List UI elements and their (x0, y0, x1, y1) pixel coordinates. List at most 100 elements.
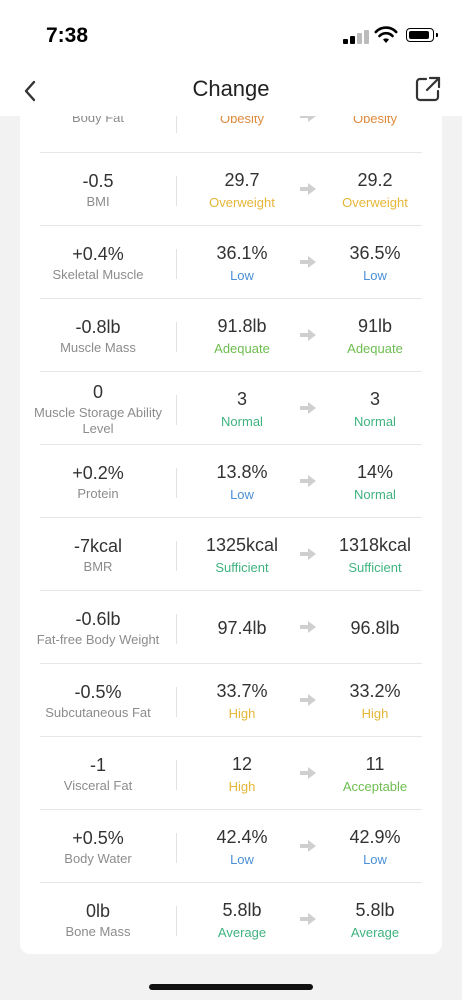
after-value: 29.2 (357, 170, 393, 190)
change-column: -0.5% Subcutaneous Fat (30, 665, 166, 737)
before-value: 1325kcal (205, 535, 279, 555)
after-column: 1318kcal Sufficient (308, 519, 442, 591)
metric-label: Muscle Storage Ability Level (34, 405, 162, 436)
before-column: 13.8% Low (176, 446, 308, 518)
battery-icon (406, 28, 438, 42)
before-level: Overweight (209, 195, 275, 210)
before-column: 91.8lb Adequate (176, 300, 308, 372)
change-column: +0.5% Body Water (30, 811, 166, 883)
metric-label: Body Fat (71, 116, 125, 125)
before-level: High (228, 779, 256, 794)
before-column: Obesity (176, 116, 308, 153)
after-column: 91lb Adequate (308, 300, 442, 372)
page-title: Change (192, 76, 270, 101)
metric-row: +0.4% Skeletal Muscle 36.1% Low 36.5% Low (40, 227, 422, 299)
after-column: 33.2% High (308, 665, 442, 737)
before-column: 36.1% Low (176, 227, 308, 299)
after-value: 91lb (357, 316, 393, 336)
before-value: 36.1% (216, 243, 268, 263)
after-level: Sufficient (348, 560, 402, 575)
after-value: 11 (365, 754, 385, 774)
cellular-signal-icon (343, 30, 371, 44)
metric-row: -0.5 BMI 29.7 Overweight 29.2 Overweight (40, 154, 422, 226)
before-column: 5.8lb Average (176, 884, 308, 954)
after-column: 11 Acceptable (308, 738, 442, 810)
after-column: Obesity (308, 116, 442, 153)
nav-bar: Change (0, 70, 462, 116)
metric-label: Subcutaneous Fat (45, 705, 151, 720)
status-time: 7:38 (46, 24, 89, 47)
metric-label: Protein (77, 486, 119, 501)
before-level: High (228, 706, 256, 721)
after-level: High (361, 706, 389, 721)
change-value: -0.5% (74, 682, 122, 702)
metric-label: Visceral Fat (63, 778, 133, 793)
after-column: 14% Normal (308, 446, 442, 518)
after-level: Normal (354, 487, 396, 502)
metric-row: -7kcal BMR 1325kcal Sufficient 1318kcal Suffi… (40, 519, 422, 591)
metric-label: Body Water (64, 851, 132, 866)
after-value: 42.9% (349, 827, 401, 847)
change-value: +0.2% (72, 463, 124, 483)
after-column: 36.5% Low (308, 227, 442, 299)
change-column: +0.2% Protein (30, 446, 166, 518)
after-level: Acceptable (342, 779, 408, 794)
before-column: 3 Normal (176, 373, 308, 445)
metric-row: +0.5% Body Water 42.4% Low 42.9% Low (40, 811, 422, 883)
after-level: Low (363, 268, 387, 283)
metric-label: Bone Mass (65, 924, 131, 939)
change-column: -0.5 BMI (30, 154, 166, 226)
after-level: Obesity (352, 116, 398, 126)
home-indicator (149, 984, 313, 990)
metric-label: Skeletal Muscle (52, 267, 144, 282)
after-value: 3 (369, 389, 380, 409)
after-value: 5.8lb (355, 900, 395, 920)
after-level: Low (363, 852, 387, 867)
before-level: Adequate (214, 341, 270, 356)
change-column: +0.4% Skeletal Muscle (30, 227, 166, 299)
before-level: Obesity (219, 116, 265, 126)
share-export-icon[interactable] (414, 75, 442, 103)
before-level: Average (217, 925, 267, 940)
after-column: 96.8lb (308, 592, 442, 664)
change-value: -7kcal (73, 536, 122, 556)
after-value: 36.5% (349, 243, 401, 263)
before-level: Normal (221, 414, 263, 429)
after-level: Overweight (342, 195, 408, 210)
before-column: 42.4% Low (176, 811, 308, 883)
before-level: Low (230, 852, 254, 867)
change-value: -0.6lb (75, 609, 121, 629)
change-column: Body Fat (30, 116, 166, 153)
metric-row: Body Fat Obesity Obesity (40, 116, 422, 153)
before-level: Low (230, 487, 254, 502)
before-value: 33.7% (216, 681, 268, 701)
metric-row: 0 Muscle Storage Ability Level 3 Normal 3 Nor… (34, 373, 422, 445)
change-column: -0.6lb Fat-free Body Weight (30, 592, 166, 664)
change-value: -1 (89, 755, 106, 775)
change-value: -0.8lb (75, 317, 121, 337)
before-column: 12 High (176, 738, 308, 810)
metric-row: -0.5% Subcutaneous Fat 33.7% High 33.2% High (40, 665, 422, 737)
before-value: 42.4% (216, 827, 268, 847)
after-value: 1318kcal (338, 535, 412, 555)
after-value: 14% (356, 462, 394, 482)
before-value: 97.4lb (217, 618, 267, 638)
metric-row: +0.2% Protein 13.8% Low 14% Normal (40, 446, 422, 518)
change-column: -1 Visceral Fat (30, 738, 166, 810)
after-level: Normal (354, 414, 396, 429)
change-value: -0.5 (82, 171, 114, 191)
metric-label: BMI (86, 194, 110, 209)
before-value: 3 (236, 389, 247, 409)
before-column: 29.7 Overweight (176, 154, 308, 226)
before-column: 33.7% High (176, 665, 308, 737)
metric-label: BMR (83, 559, 113, 574)
change-card: Body Fat Obesity Obesity -0.5 BMI 29.7 Overwei… (20, 116, 442, 954)
after-value: 96.8lb (350, 618, 400, 638)
before-value: 12 (231, 754, 253, 774)
after-value: 33.2% (349, 681, 401, 701)
metric-row: -0.6lb Fat-free Body Weight 97.4lb 96.8lb (37, 592, 422, 664)
before-level: Sufficient (215, 560, 269, 575)
before-value: 5.8lb (222, 900, 262, 920)
after-column: 42.9% Low (308, 811, 442, 883)
change-column: 0 Muscle Storage Ability Level (30, 373, 166, 445)
